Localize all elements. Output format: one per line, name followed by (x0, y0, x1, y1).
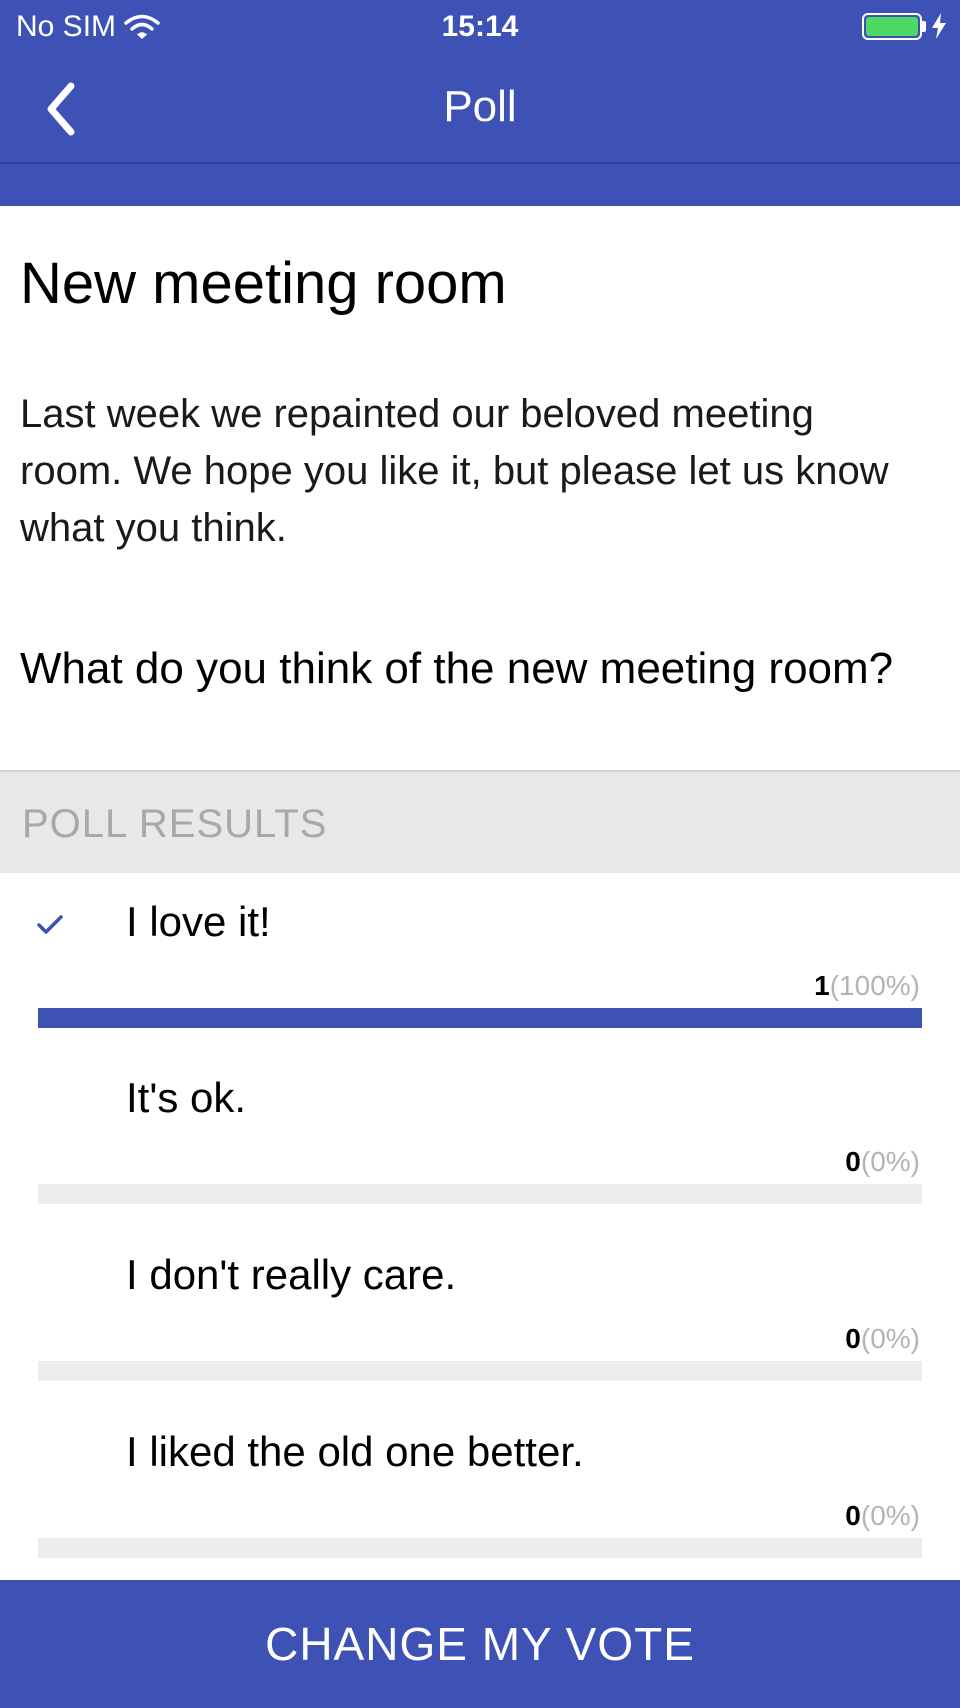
vote-percent: (0%) (860, 1500, 920, 1531)
vote-count-number: 0 (845, 1323, 861, 1354)
option-label: I don't really care. (126, 1251, 457, 1298)
vote-count: 0(0%) (845, 1146, 920, 1178)
progress-track (38, 1184, 922, 1204)
vote-count-number: 1 (814, 970, 830, 1001)
progress-track (38, 1538, 922, 1558)
status-time: 15:14 (441, 10, 519, 43)
vote-count-number: 0 (845, 1500, 861, 1531)
poll-title: New meeting room (20, 251, 507, 316)
battery-tip (922, 21, 926, 32)
progress-fill (38, 1008, 922, 1028)
option-label: I love it! (126, 898, 271, 945)
progress-track (38, 1361, 922, 1381)
option-label: I liked the old one better. (126, 1428, 584, 1475)
option-label: It's ok. (126, 1074, 247, 1121)
vote-count: 0(0%) (845, 1323, 920, 1355)
poll-option[interactable]: I love it! 1(100%) (0, 874, 960, 1050)
change-vote-button[interactable]: CHANGE MY VOTE (0, 1580, 960, 1708)
vote-count: 1(100%) (814, 970, 920, 1002)
vote-count: 0(0%) (845, 1500, 920, 1532)
page-title: Poll (443, 82, 517, 131)
vote-percent: (0%) (860, 1146, 920, 1177)
vote-percent: (100%) (829, 970, 920, 1001)
poll-option[interactable]: It's ok. 0(0%) (0, 1050, 960, 1226)
poll-results-label: POLL RESULTS (22, 802, 328, 846)
progress-track (38, 1008, 922, 1028)
checkmark-icon (37, 915, 63, 934)
header: No SIM 15:14 Poll (0, 0, 960, 206)
poll-results-header: POLL RESULTS (0, 770, 960, 873)
status-bar: No SIM 15:14 (0, 0, 960, 54)
charging-icon (932, 13, 946, 39)
vote-count-number: 0 (845, 1146, 861, 1177)
vote-percent: (0%) (860, 1323, 920, 1354)
poll-option[interactable]: I liked the old one better. 0(0%) (0, 1404, 960, 1580)
poll-question: What do you think of the new meeting roo… (20, 644, 894, 693)
poll-option[interactable]: I don't really care. 0(0%) (0, 1227, 960, 1403)
nav-bar: Poll (0, 54, 960, 164)
battery-icon (862, 13, 922, 40)
poll-description: Last week we repainted our beloved meeti… (20, 392, 889, 550)
